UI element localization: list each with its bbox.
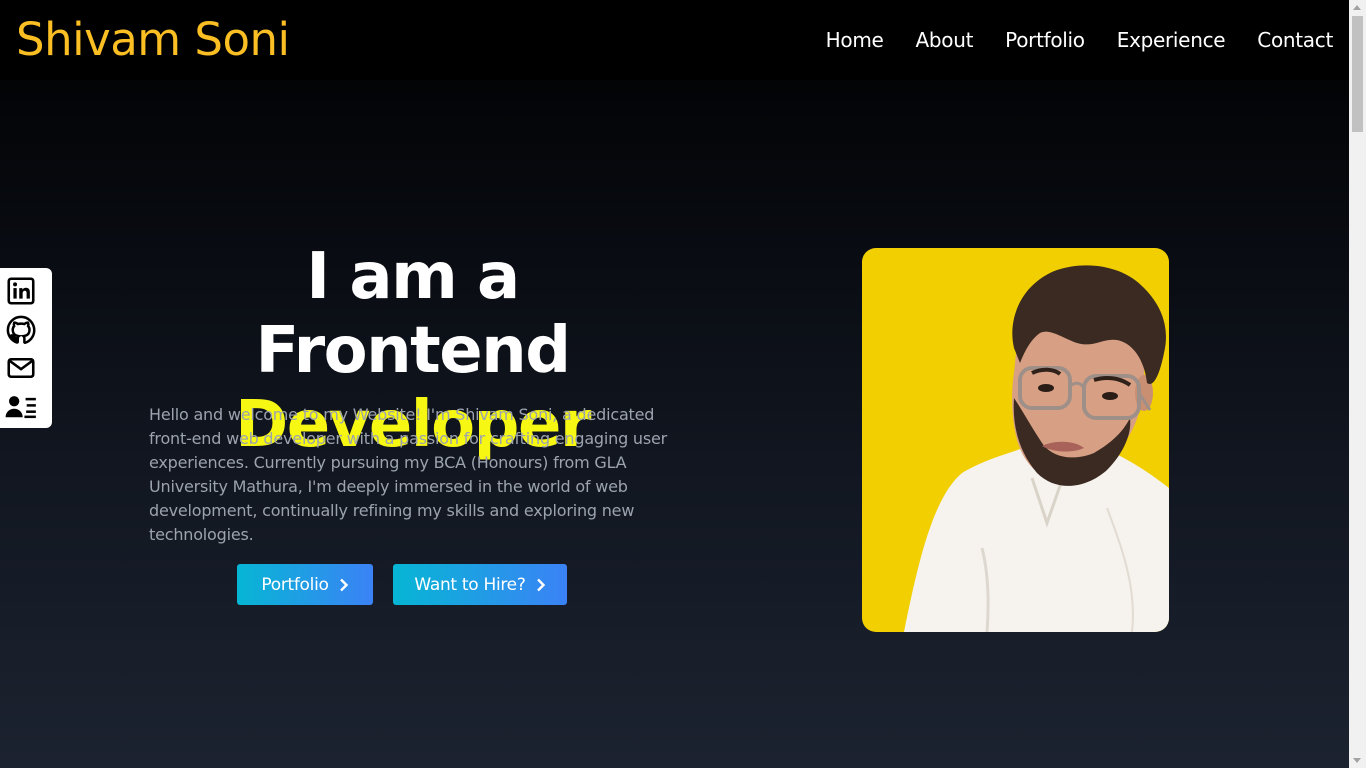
hero-title-line1: I am a Frontend [255,240,571,388]
scrollbar-thumb[interactable] [1352,16,1363,132]
mail-icon[interactable] [5,352,37,384]
resume-icon[interactable] [5,391,37,423]
main-nav: Home About Portfolio Experience Contact [826,26,1334,54]
nav-home[interactable]: Home [826,26,884,54]
page: Shivam Soni Home About Portfolio Experie… [0,0,1349,768]
profile-photo [862,248,1169,632]
scroll-down-arrow-icon[interactable] [1353,758,1361,763]
nav-experience[interactable]: Experience [1117,26,1226,54]
portfolio-button[interactable]: Portfolio [237,564,373,605]
social-links-bar [0,268,52,428]
hero-intro: Hello and welcome to my Website! I'm Shi… [149,405,668,544]
brand-logo[interactable]: Shivam Soni [16,14,290,66]
hero-buttons: Portfolio Want to Hire? [237,564,567,605]
page-scrollbar[interactable] [1349,0,1366,768]
linkedin-icon[interactable] [5,275,37,307]
site-header: Shivam Soni Home About Portfolio Experie… [0,0,1349,80]
hire-button[interactable]: Want to Hire? [393,564,567,605]
chevron-right-icon [536,578,545,591]
portfolio-button-label: Portfolio [261,574,329,595]
chevron-right-icon [339,578,348,591]
nav-portfolio[interactable]: Portfolio [1005,26,1085,54]
nav-about[interactable]: About [916,26,974,54]
github-icon[interactable] [5,314,37,346]
nav-contact[interactable]: Contact [1257,26,1333,54]
hire-button-label: Want to Hire? [414,574,526,595]
scroll-up-arrow-icon[interactable] [1353,5,1361,10]
